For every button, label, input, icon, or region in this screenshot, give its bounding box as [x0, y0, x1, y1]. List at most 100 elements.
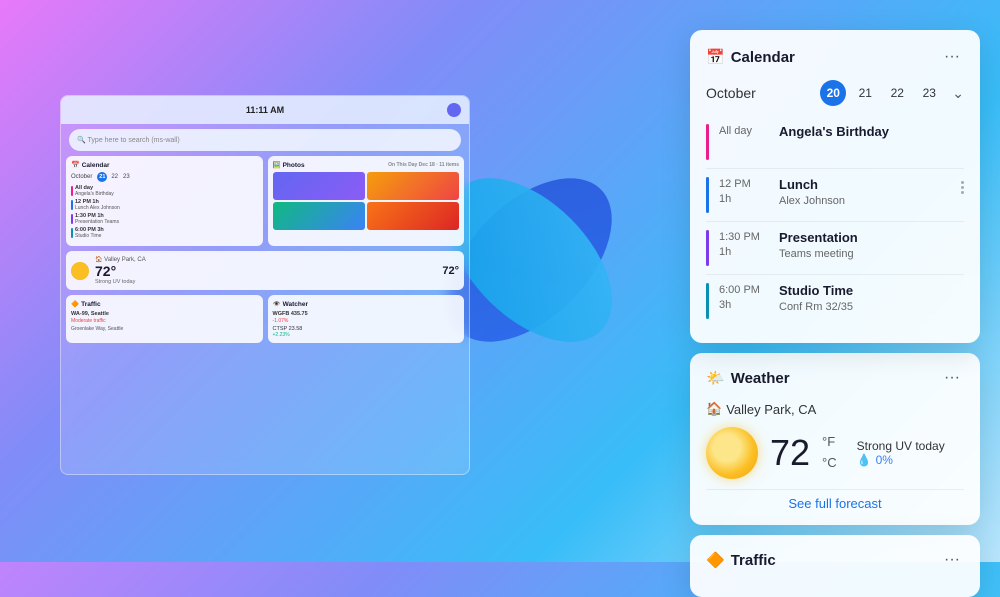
- mini-traffic-title: Traffic: [81, 301, 101, 308]
- mini-event-text-studio: 6:00 PM 3h Studio Time: [75, 227, 104, 239]
- mini-avatar: [447, 103, 461, 117]
- mini-cal-dates: October 21 22 23: [71, 172, 258, 182]
- mini-traffic-status: Moderate traffic: [71, 318, 258, 324]
- calendar-date-21[interactable]: 21: [852, 80, 878, 106]
- calendar-month-label: October: [706, 85, 814, 101]
- cal-event-details-birthday: Angela's Birthday: [779, 124, 964, 141]
- traffic-widget-header: 🔶 Traffic ···: [706, 549, 964, 571]
- calendar-expand-button[interactable]: ⌄: [952, 85, 964, 102]
- weather-location: 🏠 Valley Park, CA: [706, 401, 964, 417]
- laptop-mockup: 11:11 AM 🔍 Type here to search (ms-wall)…: [60, 95, 470, 475]
- cal-event-bar-presentation: [706, 230, 709, 266]
- calendar-date-22[interactable]: 22: [884, 80, 910, 106]
- mini-weather-text: 🏠 Valley Park, CA 72° Strong UV today: [95, 256, 146, 285]
- mini-event-bar-blue: [71, 200, 73, 210]
- cal-event-dots-lunch: [961, 177, 964, 194]
- dot-2: [961, 186, 964, 189]
- calendar-event-birthday: All day Angela's Birthday: [706, 116, 964, 169]
- mini-watcher-widget: 👁️ Watcher WGFB 435.75 -1.07% CTSP 23.58…: [268, 295, 465, 343]
- mini-sun-icon: [71, 262, 89, 280]
- mini-watcher-header: 👁️ Watcher: [273, 300, 460, 308]
- mini-photos-title: Photos: [283, 162, 305, 169]
- mini-event-text-lunch: 12 PM 1h Lunch Alex Johnson: [75, 199, 120, 211]
- cal-event-title-birthday: Angela's Birthday: [779, 124, 964, 141]
- mini-photos-grid: [273, 172, 460, 230]
- cal-event-bar-lunch: [706, 177, 709, 213]
- cal-event-bar-birthday: [706, 124, 709, 160]
- dot-3: [961, 191, 964, 194]
- calendar-widget: 📅 Calendar ··· October 20 21 22 23 ⌄ All…: [690, 30, 980, 343]
- mini-stock-1-change: -1.07%: [273, 318, 460, 324]
- mini-watcher-title: Watcher: [283, 301, 308, 308]
- cal-event-title-studio: Studio Time: [779, 283, 964, 300]
- calendar-title-label: Calendar: [731, 49, 795, 66]
- mini-cal-icon: 📅: [71, 161, 80, 169]
- calendar-date-20[interactable]: 20: [820, 80, 846, 106]
- mini-event-birthday: All day Angela's Birthday: [71, 185, 258, 197]
- mini-photo-4: [367, 202, 459, 230]
- calendar-icon: 📅: [706, 48, 725, 66]
- mini-date-23: 23: [122, 173, 131, 181]
- calendar-widget-header: 📅 Calendar ···: [706, 46, 964, 68]
- cal-event-subtitle-presentation: Teams meeting: [779, 247, 964, 261]
- mini-cal-title: Calendar: [82, 162, 110, 169]
- weather-widget-title: 🌤️ Weather: [706, 369, 790, 387]
- mini-temp-large: 72°: [442, 265, 459, 277]
- mini-stock-1: WGFB 435.75: [273, 311, 460, 317]
- mini-event-text-birthday: All day Angela's Birthday: [75, 185, 114, 197]
- calendar-more-button[interactable]: ···: [940, 46, 964, 68]
- cal-event-subtitle-lunch: Alex Johnson: [779, 194, 951, 208]
- weather-unit-f: °F: [822, 432, 837, 453]
- home-icon: 🏠: [706, 401, 722, 417]
- mini-photo-3: [273, 202, 365, 230]
- mini-photos-date: On This Day Dec 18 · 11 items: [388, 162, 459, 168]
- calendar-event-lunch: 12 PM1h Lunch Alex Johnson: [706, 169, 964, 222]
- weather-uv-label: Strong UV today: [857, 439, 945, 453]
- calendar-date-23[interactable]: 23: [916, 80, 942, 106]
- calendar-widget-title: 📅 Calendar: [706, 48, 795, 66]
- weather-sun-icon: [706, 427, 758, 479]
- weather-location-text: Valley Park, CA: [726, 402, 816, 417]
- dot-1: [961, 181, 964, 184]
- traffic-more-button[interactable]: ···: [940, 549, 964, 571]
- cal-event-details-presentation: Presentation Teams meeting: [779, 230, 964, 261]
- cal-event-title-lunch: Lunch: [779, 177, 951, 194]
- mini-event-bar-pink: [71, 186, 73, 196]
- mini-traffic-icon: 🔶: [71, 300, 79, 308]
- weather-temp-block: 72: [770, 435, 810, 471]
- weather-forecast-link[interactable]: See full forecast: [706, 489, 964, 511]
- traffic-title-label: Traffic: [731, 552, 776, 569]
- weather-more-button[interactable]: ···: [940, 367, 964, 389]
- mini-date-22: 22: [110, 173, 119, 181]
- mini-photo-2: [367, 172, 459, 200]
- mini-traffic-address: Groenlake Way, Seattle: [71, 326, 258, 332]
- mini-time: 11:11 AM: [246, 105, 284, 115]
- mini-taskbar: 11:11 AM: [61, 96, 469, 124]
- mini-temp: 72°: [95, 263, 116, 279]
- mini-stock-2-change: +2.23%: [273, 332, 460, 338]
- mini-weather-widget: 🏠 Valley Park, CA 72° Strong UV today 72…: [66, 251, 464, 290]
- mini-active-date: 21: [97, 172, 107, 182]
- cal-event-time-birthday: All day: [719, 124, 769, 139]
- cal-event-time-presentation: 1:30 PM1h: [719, 230, 769, 261]
- mini-event-lunch: 12 PM 1h Lunch Alex Johnson: [71, 199, 258, 211]
- mini-event-text-presentation: 1:30 PM 1h Presentation Teams: [75, 213, 119, 225]
- cal-event-details-lunch: Lunch Alex Johnson: [779, 177, 951, 208]
- calendar-event-presentation: 1:30 PM1h Presentation Teams meeting: [706, 222, 964, 275]
- mini-photos-header: 🖼️ Photos On This Day Dec 18 · 11 items: [273, 161, 460, 169]
- mini-search-bar[interactable]: 🔍 Type here to search (ms-wall): [69, 129, 461, 151]
- right-panel: 📅 Calendar ··· October 20 21 22 23 ⌄ All…: [690, 30, 980, 597]
- weather-widget: 🌤️ Weather ··· 🏠 Valley Park, CA 72 °F °…: [690, 353, 980, 525]
- mini-watcher-icon: 👁️: [273, 300, 281, 308]
- mini-traffic-location: WA-99, Seattle: [71, 311, 258, 317]
- weather-unit-block: °F °C: [822, 432, 837, 474]
- mini-event-presentation: 1:30 PM 1h Presentation Teams: [71, 213, 258, 225]
- mini-calendar-widget: 📅 Calendar October 21 22 23 All day Ange…: [66, 156, 263, 246]
- traffic-widget: 🔶 Traffic ···: [690, 535, 980, 597]
- weather-conditions: Strong UV today 💧 0%: [857, 439, 945, 467]
- mini-event-bar-purple: [71, 214, 73, 224]
- cal-event-subtitle-studio: Conf Rm 32/35: [779, 300, 964, 314]
- mini-photos-widget: 🖼️ Photos On This Day Dec 18 · 11 items: [268, 156, 465, 246]
- weather-temp-value: 72: [770, 432, 810, 473]
- mini-event-bar-teal: [71, 228, 73, 238]
